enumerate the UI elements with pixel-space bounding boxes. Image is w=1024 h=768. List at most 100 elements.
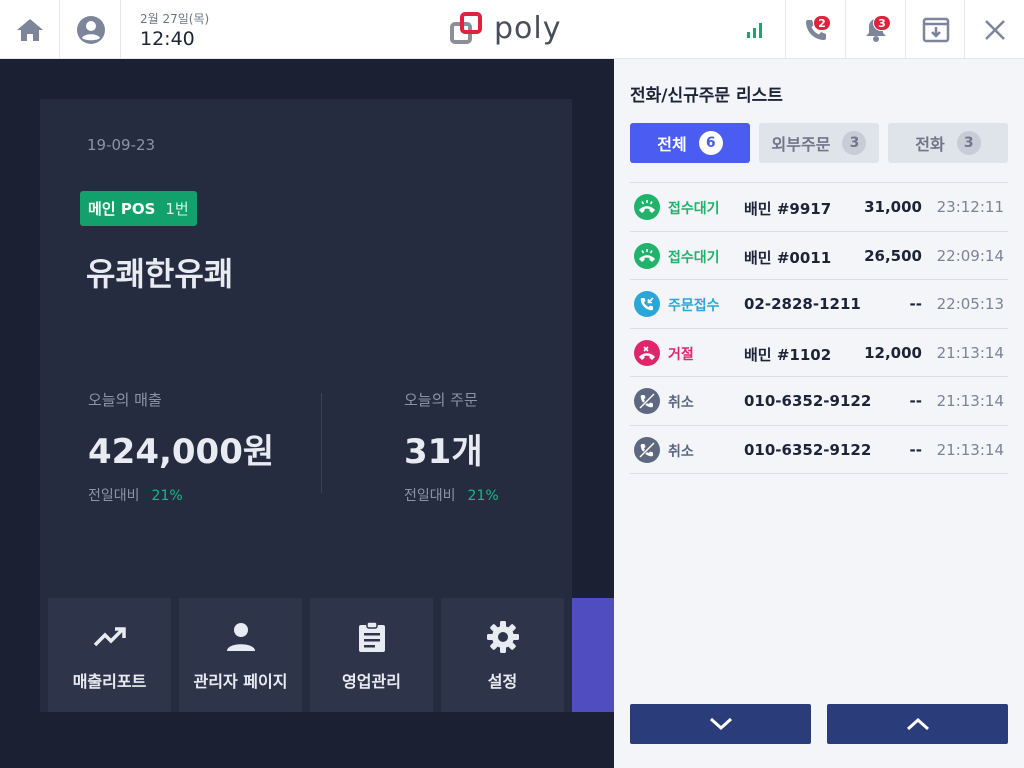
order-time: 23:12:11 — [936, 198, 1004, 216]
orders-compare-label: 전일대비 — [404, 488, 456, 504]
tab-count: 3 — [842, 131, 867, 155]
list-item[interactable]: 취소 010-6352-9122 -- 21:13:14 — [630, 377, 1008, 426]
sales-compare-label: 전일대비 — [88, 488, 140, 504]
orders-compare-pct: 21% — [467, 488, 499, 504]
menu-accent-tile[interactable] — [572, 598, 614, 712]
order-time: 21:13:14 — [936, 440, 1004, 459]
menu-business-management[interactable]: 영업관리 — [310, 598, 433, 712]
ringing-phone-icon — [634, 194, 660, 220]
menu-label: 매출리포트 — [72, 672, 147, 691]
notification-badge: 3 — [873, 15, 891, 31]
datetime: 2월 27일(목) 12:40 — [140, 10, 209, 50]
order-status: 접수대기 — [668, 249, 720, 266]
close-button[interactable] — [964, 0, 1024, 59]
sales-stat: 오늘의 매출 424,000원 전일대비 21% — [88, 389, 274, 505]
order-time: 21:13:14 — [936, 343, 1004, 362]
tab-external-orders[interactable]: 외부주문 3 — [759, 123, 879, 163]
top-bar: 2월 27일(목) 12:40 poly 2 3 — [0, 0, 1024, 59]
tab-count: 3 — [956, 131, 981, 155]
signal-icon — [747, 22, 762, 38]
sales-value: 424,000원 — [88, 432, 275, 472]
logo-mark-icon — [450, 11, 482, 44]
menu-label: 영업관리 — [342, 672, 401, 691]
menu-sales-report[interactable]: 매출리포트 — [48, 598, 171, 712]
store-name: 유쾌한유쾌 — [86, 255, 234, 293]
ringing-phone-icon — [634, 242, 660, 269]
order-source: 배민 #0011 — [744, 248, 832, 267]
order-amount: -- — [909, 295, 922, 313]
list-item[interactable]: 주문접수 02-2828-1211 -- 22:05:13 — [630, 280, 1008, 329]
chevron-down-icon — [709, 717, 732, 731]
scroll-down-button[interactable] — [630, 704, 811, 744]
list-item[interactable]: 접수대기 배민 #9917 31,000 23:12:11 — [630, 183, 1008, 232]
order-amount: -- — [909, 440, 922, 459]
order-source: 02-2828-1211 — [744, 295, 861, 313]
dashboard-card: 19-09-23 메인 POS 1번 유쾌한유쾌 오늘의 매출 424,000원… — [40, 99, 614, 712]
order-status: 접수대기 — [668, 201, 720, 217]
scroll-up-button[interactable] — [827, 704, 1008, 744]
order-status: 취소 — [668, 443, 694, 460]
panel-title: 전화/신규주문 리스트 — [630, 86, 783, 106]
call-cancelled-icon — [634, 436, 660, 463]
notification-button[interactable]: 3 — [845, 0, 905, 59]
incoming-call-icon — [634, 291, 660, 317]
poly-logo: poly — [450, 11, 562, 46]
dashboard-date: 19-09-23 — [87, 136, 156, 154]
order-status: 주문접수 — [668, 298, 720, 314]
list-item[interactable]: 접수대기 배민 #0011 26,500 22:09:14 — [630, 232, 1008, 280]
order-amount: 31,000 — [864, 198, 922, 216]
order-time: 22:05:13 — [936, 295, 1004, 313]
list-item[interactable]: 거절 배민 #1102 12,000 21:13:14 — [630, 329, 1008, 377]
sales-label: 오늘의 매출 — [88, 391, 162, 409]
call-rejected-icon — [634, 339, 660, 366]
tab-label: 전화 — [915, 135, 945, 154]
orders-value: 31개 — [404, 432, 483, 472]
list-item[interactable]: 취소 010-6352-9122 -- 21:13:14 — [630, 426, 1008, 474]
menu-settings[interactable]: 설정 — [441, 598, 564, 712]
order-amount: 26,500 — [864, 246, 922, 265]
home-icon — [16, 18, 43, 41]
pos-tag: 메인 POS 1번 — [80, 191, 197, 226]
orders-compare: 전일대비 21% — [404, 485, 499, 505]
menu-label: 설정 — [487, 672, 518, 691]
order-status: 취소 — [668, 395, 694, 411]
sales-compare: 전일대비 21% — [88, 485, 274, 505]
call-cancelled-icon — [634, 388, 660, 414]
menu-admin-page[interactable]: 관리자 페이지 — [179, 598, 302, 712]
order-source: 배민 #9917 — [744, 200, 832, 218]
tab-label: 전체 — [657, 135, 687, 154]
order-source: 010-6352-9122 — [744, 440, 872, 459]
order-amount: 12,000 — [864, 343, 922, 362]
tab-label: 외부주문 — [771, 135, 831, 154]
pos-number: 1번 — [165, 200, 189, 218]
date-text: 2월 27일(목) — [140, 12, 210, 26]
clipboard-icon — [358, 621, 385, 652]
account-button[interactable] — [61, 0, 121, 59]
download-button[interactable] — [905, 0, 965, 59]
orders-stat: 오늘의 주문 31개 전일대비 21% — [404, 389, 499, 505]
pos-label: 메인 POS — [88, 200, 156, 218]
order-status: 거절 — [668, 346, 694, 363]
orders-label: 오늘의 주문 — [404, 391, 478, 409]
order-amount: -- — [909, 392, 922, 410]
tab-all[interactable]: 전체 6 — [630, 123, 750, 163]
tab-count: 6 — [698, 131, 723, 155]
gear-icon — [486, 621, 519, 653]
order-source: 배민 #1102 — [744, 345, 832, 364]
chevron-up-icon — [906, 717, 929, 731]
trending-up-icon — [93, 627, 126, 647]
order-source: 010-6352-9122 — [744, 392, 872, 410]
close-icon — [984, 19, 1005, 40]
home-button[interactable] — [0, 0, 60, 59]
call-button[interactable]: 2 — [785, 0, 845, 59]
order-list-panel: 전화/신규주문 리스트 전체 6 외부주문 3 전화 3 접수대기 배민 #99… — [614, 59, 1024, 768]
person-icon — [226, 623, 255, 651]
call-badge: 2 — [813, 15, 831, 31]
order-time: 21:13:14 — [936, 392, 1004, 410]
account-icon — [76, 15, 105, 44]
signal-status — [725, 0, 785, 59]
order-list: 접수대기 배민 #9917 31,000 23:12:11 접수대기 배민 #0… — [630, 182, 1008, 474]
download-tray-icon — [922, 17, 949, 42]
sales-compare-pct: 21% — [151, 488, 183, 504]
tab-phone[interactable]: 전화 3 — [888, 123, 1008, 163]
